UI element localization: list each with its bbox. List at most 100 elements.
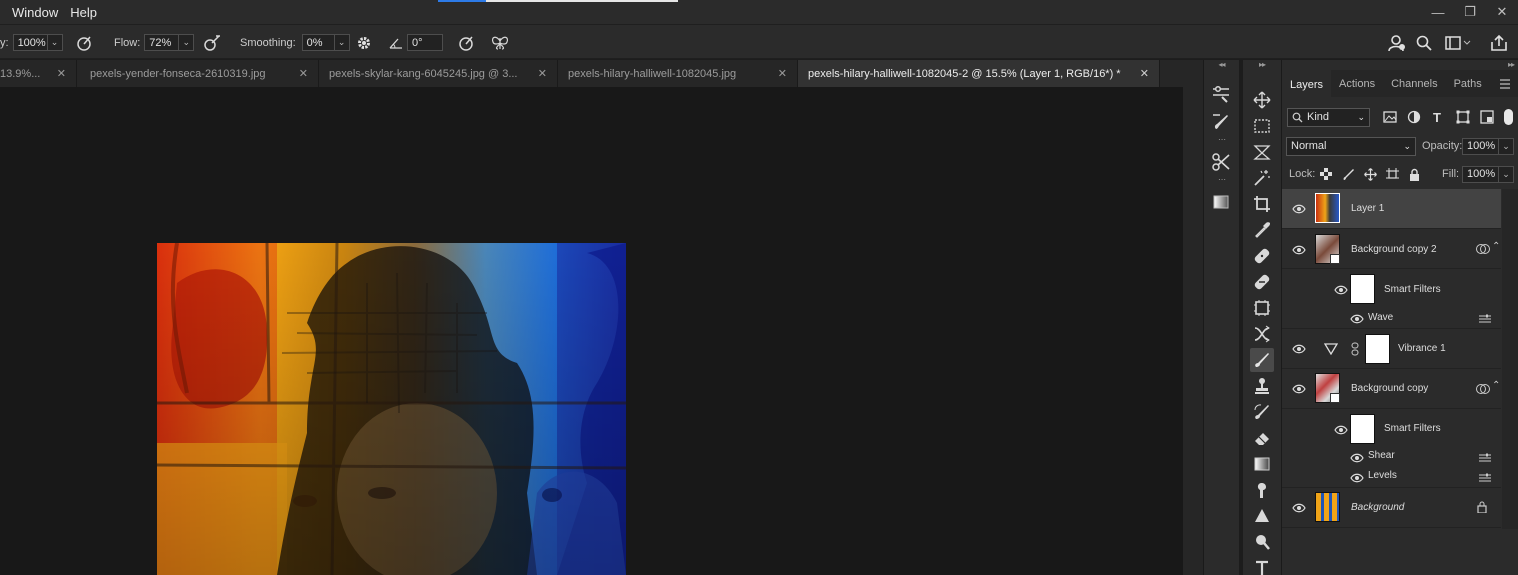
gear-icon[interactable] [356,25,372,60]
share-export-icon[interactable] [1490,25,1508,60]
visibility-eye-icon[interactable] [1292,503,1306,513]
opacity-field[interactable]: 100% [12,34,48,51]
brush-settings-icon[interactable] [1209,82,1233,106]
pen-tool-icon[interactable] [1250,530,1274,554]
layer-row[interactable]: Background copy 2 ⌃ [1282,229,1501,269]
filter-toggle-switch[interactable] [1504,109,1513,125]
link-icon[interactable] [1351,342,1359,356]
brushes-panel-icon[interactable] [1209,110,1233,134]
filter-smart-object-icon[interactable] [1480,110,1494,124]
close-tab-icon[interactable]: ✕ [299,67,308,80]
fill-dropdown[interactable]: ⌄ [1499,165,1514,183]
lock-transparent-icon[interactable] [1320,168,1332,180]
visibility-eye-icon[interactable] [1350,453,1364,463]
tab-document-active[interactable]: pexels-hilary-halliwell-1082045-2 @ 15.5… [798,60,1160,87]
search-field[interactable] [438,0,678,2]
tab-channels[interactable]: Channels [1383,70,1445,97]
canvas-scrollbar[interactable] [1183,87,1203,575]
tab-actions[interactable]: Actions [1331,70,1383,97]
layer-row[interactable]: Background [1282,488,1501,528]
smoothing-dropdown[interactable]: ⌄ [334,34,350,51]
history-brush-tool-icon[interactable] [1250,400,1274,424]
workspace-icon[interactable] [1445,25,1471,60]
layer-row[interactable]: Layer 1 [1282,189,1501,229]
visibility-eye-icon[interactable] [1292,384,1306,394]
tab-paths[interactable]: Paths [1446,70,1490,97]
layer-opacity-dropdown[interactable]: ⌄ [1499,137,1514,155]
tab-layers[interactable]: Layers [1282,70,1332,97]
lock-artboard-icon[interactable] [1386,167,1399,181]
angle-field[interactable]: 0° [407,34,443,51]
menu-help[interactable]: Help [64,5,103,20]
layer-opacity-field[interactable]: 100% [1462,137,1499,155]
smudge-tool-icon[interactable] [1250,478,1274,502]
menu-window[interactable]: Window [0,5,64,20]
filter-shape-icon[interactable] [1456,110,1470,124]
panel-collapse-icon[interactable]: ▸▸ [1282,60,1518,70]
filter-pixel-icon[interactable] [1383,111,1397,123]
eraser-tool-icon[interactable] [1250,426,1274,450]
close-tab-icon[interactable]: ✕ [538,67,547,80]
type-tool-icon[interactable] [1250,556,1274,575]
visibility-eye-icon[interactable] [1292,344,1306,354]
layer-row[interactable]: Background copy ⌃ [1282,369,1501,409]
airbrush-icon[interactable] [202,25,222,60]
pressure-opacity-icon[interactable] [75,25,93,60]
minimize-button[interactable]: — [1422,0,1454,24]
tab-document-4[interactable]: pexels-hilary-halliwell-1082045.jpg ✕ [558,60,798,87]
canvas-area[interactable] [0,87,1183,575]
tab-document-3[interactable]: pexels-skylar-kang-6045245.jpg @ 3... ✕ [319,60,558,87]
close-tab-icon[interactable]: ✕ [57,67,66,80]
clone-stamp-tool-icon[interactable] [1250,374,1274,398]
crop-tool-icon[interactable] [1250,192,1274,216]
content-aware-move-tool-icon[interactable] [1250,322,1274,346]
healing-brush-tool-icon[interactable] [1250,244,1274,268]
tab-document-2[interactable]: pexels-yender-fonseca-2610319.jpg ✕ [77,60,319,87]
flow-dropdown[interactable]: ⌄ [179,34,195,51]
gradient-tool-icon[interactable] [1250,452,1274,476]
clone-source-icon[interactable] [1209,150,1233,174]
blend-mode-select[interactable]: Normal ⌄ [1286,136,1416,156]
filter-options-icon[interactable] [1479,473,1491,483]
brush-tool-icon[interactable] [1250,348,1274,372]
visibility-eye-icon[interactable] [1334,285,1348,295]
search-icon[interactable] [1416,25,1432,60]
flow-field[interactable]: 72% [144,34,180,51]
filter-item-row[interactable]: Shear [1282,448,1501,467]
lock-all-icon[interactable] [1409,168,1420,181]
fill-field[interactable]: 100% [1462,165,1499,183]
close-button[interactable]: ✕ [1486,0,1518,24]
collapse-arrow-icon[interactable]: ⌃ [1492,241,1500,252]
lock-position-icon[interactable] [1364,167,1377,181]
frame-tool-icon[interactable] [1250,296,1274,320]
visibility-eye-icon[interactable] [1350,314,1364,324]
restore-button[interactable]: ❐ [1454,0,1486,24]
filter-item-row[interactable]: Levels [1282,467,1501,488]
magic-wand-tool-icon[interactable] [1250,166,1274,190]
lasso-tool-icon[interactable] [1250,140,1274,164]
collapse-arrow-icon[interactable]: ⌃ [1492,380,1500,391]
marquee-tool-icon[interactable] [1250,114,1274,138]
share-user-icon[interactable] [1387,25,1407,60]
filter-options-icon[interactable] [1479,453,1491,463]
close-tab-icon[interactable]: ✕ [778,67,787,80]
close-tab-icon[interactable]: ✕ [1140,67,1149,80]
smart-filters-row[interactable]: Smart Filters [1282,269,1501,309]
visibility-eye-icon[interactable] [1292,204,1306,214]
lock-pixels-icon[interactable] [1342,168,1355,181]
filter-item-row[interactable]: Wave [1282,309,1501,329]
document-image[interactable] [157,243,626,575]
symmetry-butterfly-icon[interactable] [490,25,510,60]
tab-document-1[interactable]: 13.9%... ✕ [0,60,77,87]
visibility-eye-icon[interactable] [1292,245,1306,255]
filter-options-icon[interactable] [1479,314,1491,324]
filter-type-icon[interactable]: T [1433,110,1441,125]
smart-filters-row[interactable]: Smart Filters [1282,409,1501,448]
opacity-dropdown[interactable]: ⌄ [47,34,63,51]
visibility-eye-icon[interactable] [1334,425,1348,435]
toolbar-expand-icon[interactable]: ▸▸ [1243,60,1281,70]
eyedropper-tool-icon[interactable] [1250,218,1274,242]
gradients-panel-icon[interactable] [1209,190,1233,214]
layers-scrollbar[interactable] [1502,189,1518,529]
filter-kind-select[interactable]: Kind ⌄ [1287,107,1370,127]
